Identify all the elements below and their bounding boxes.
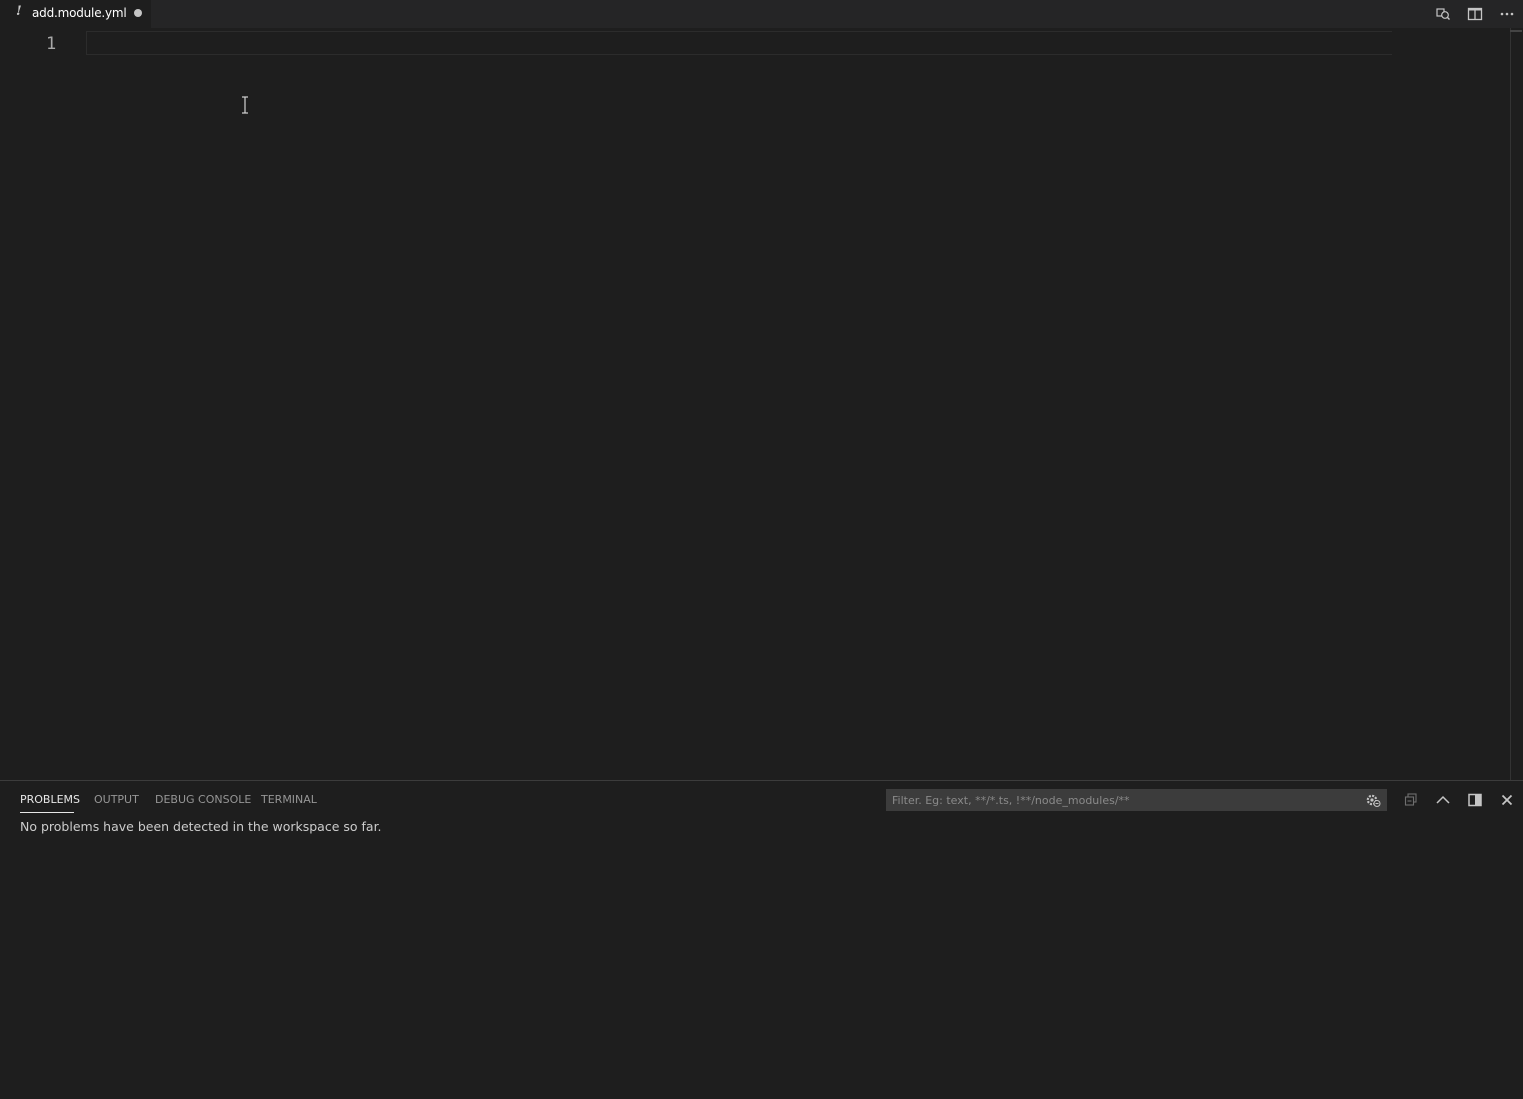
maximize-panel-icon[interactable]	[1433, 790, 1453, 810]
tab-filename: add.module.yml	[32, 6, 127, 20]
code-editor[interactable]: 1	[0, 28, 1523, 780]
open-changes-icon[interactable]	[1433, 4, 1453, 24]
panel-tab-problems[interactable]: PROBLEMS	[20, 793, 80, 806]
editor-scrollbar[interactable]	[1510, 28, 1523, 780]
panel-tab-output[interactable]: OUTPUT	[94, 793, 139, 806]
close-panel-icon[interactable]	[1497, 790, 1517, 810]
filter-settings-icon[interactable]	[1365, 792, 1381, 808]
problems-filter	[886, 789, 1387, 811]
problems-filter-input[interactable]	[886, 789, 1356, 811]
scrollbar-cursor-marker	[1510, 30, 1522, 32]
move-panel-icon[interactable]	[1465, 790, 1485, 810]
split-editor-icon[interactable]	[1465, 4, 1485, 24]
collapse-all-icon[interactable]	[1401, 790, 1421, 810]
unsaved-changes-dot-icon[interactable]	[134, 9, 142, 17]
current-line-highlight[interactable]	[86, 31, 1392, 55]
panel-tab-debug-console[interactable]: DEBUG CONSOLE	[155, 793, 251, 806]
editor-tab-bar: ! add.module.yml	[0, 0, 1523, 28]
mouse-ibeam-cursor-icon	[239, 96, 251, 114]
yaml-file-icon: !	[16, 4, 22, 19]
line-number: 1	[46, 34, 57, 54]
more-actions-icon[interactable]	[1497, 4, 1517, 24]
editor-tab-add-module[interactable]: ! add.module.yml	[0, 0, 151, 28]
active-tab-indicator	[20, 812, 74, 813]
panel-tab-terminal[interactable]: TERMINAL	[261, 793, 317, 806]
bottom-panel: PROBLEMS OUTPUT DEBUG CONSOLE TERMINAL F…	[0, 780, 1523, 1099]
problems-empty-message: No problems have been detected in the wo…	[20, 819, 382, 834]
